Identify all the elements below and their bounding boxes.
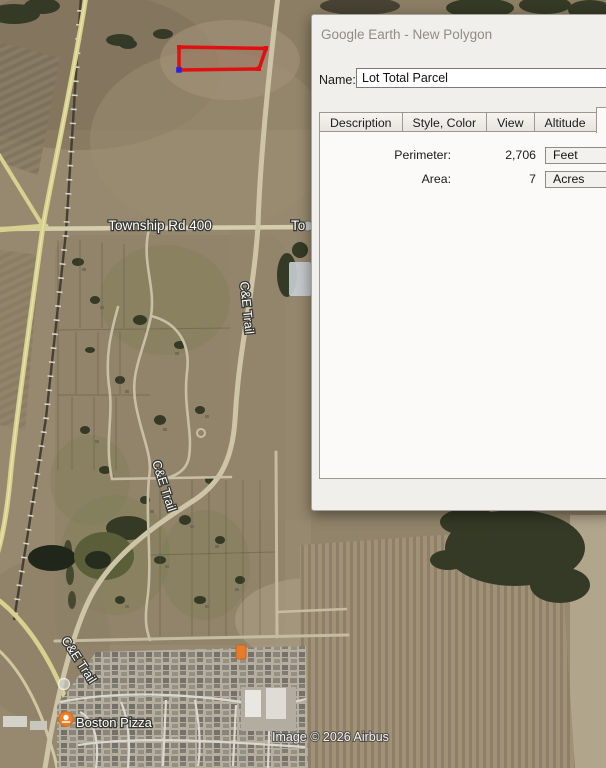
tab-measurements[interactable]: Measurements bbox=[596, 107, 606, 133]
polygon-selected-vertex[interactable] bbox=[176, 67, 182, 73]
boston-pizza-icon[interactable] bbox=[59, 712, 73, 726]
polygon-vertex[interactable] bbox=[177, 45, 182, 50]
area-row: Area: 7 Acres bbox=[320, 171, 606, 188]
tab-description[interactable]: Description bbox=[319, 112, 403, 132]
polygon-vertex[interactable] bbox=[264, 46, 269, 51]
red-polygon[interactable] bbox=[176, 45, 268, 73]
tab-view[interactable]: View bbox=[486, 112, 534, 132]
dialog-title: Google Earth - New Polygon bbox=[321, 27, 492, 42]
area-label: Area: bbox=[326, 171, 451, 188]
polygon-vertex[interactable] bbox=[257, 67, 262, 72]
tab-style-color[interactable]: Style, Color bbox=[402, 112, 488, 132]
map-attribution: Image © 2026 Airbus bbox=[272, 730, 389, 744]
name-label: Name: bbox=[319, 73, 356, 87]
google-earth-viewport[interactable]: Township Rd 400 To C&E Trail C&E Trail C… bbox=[0, 0, 606, 768]
tab-altitude[interactable]: Altitude bbox=[534, 112, 597, 132]
dialog-tabstrip: Description Style, Color View Altitude M… bbox=[319, 106, 606, 132]
new-polygon-dialog: Google Earth - New Polygon Name: Descrip… bbox=[311, 14, 606, 511]
perimeter-row: Perimeter: 2,706 Feet bbox=[320, 147, 606, 164]
perimeter-unit-select[interactable]: Feet bbox=[545, 147, 606, 164]
poi-icon[interactable] bbox=[59, 679, 70, 690]
large-building bbox=[289, 262, 311, 296]
poi-label-boston-pizza[interactable]: Boston Pizza bbox=[76, 715, 153, 730]
road-label-township-rd-400: Township Rd 400 bbox=[108, 218, 212, 233]
orange-building-marker[interactable] bbox=[236, 645, 246, 659]
road-label-township-partial: To bbox=[291, 218, 305, 233]
perimeter-label: Perimeter: bbox=[326, 147, 451, 164]
perimeter-value: 2,706 bbox=[452, 147, 536, 164]
polygon-name-input[interactable] bbox=[356, 68, 606, 88]
area-unit-select[interactable]: Acres bbox=[545, 171, 606, 188]
area-value: 7 bbox=[452, 171, 536, 188]
measurements-panel: Perimeter: 2,706 Feet Area: 7 Acres bbox=[319, 131, 606, 479]
